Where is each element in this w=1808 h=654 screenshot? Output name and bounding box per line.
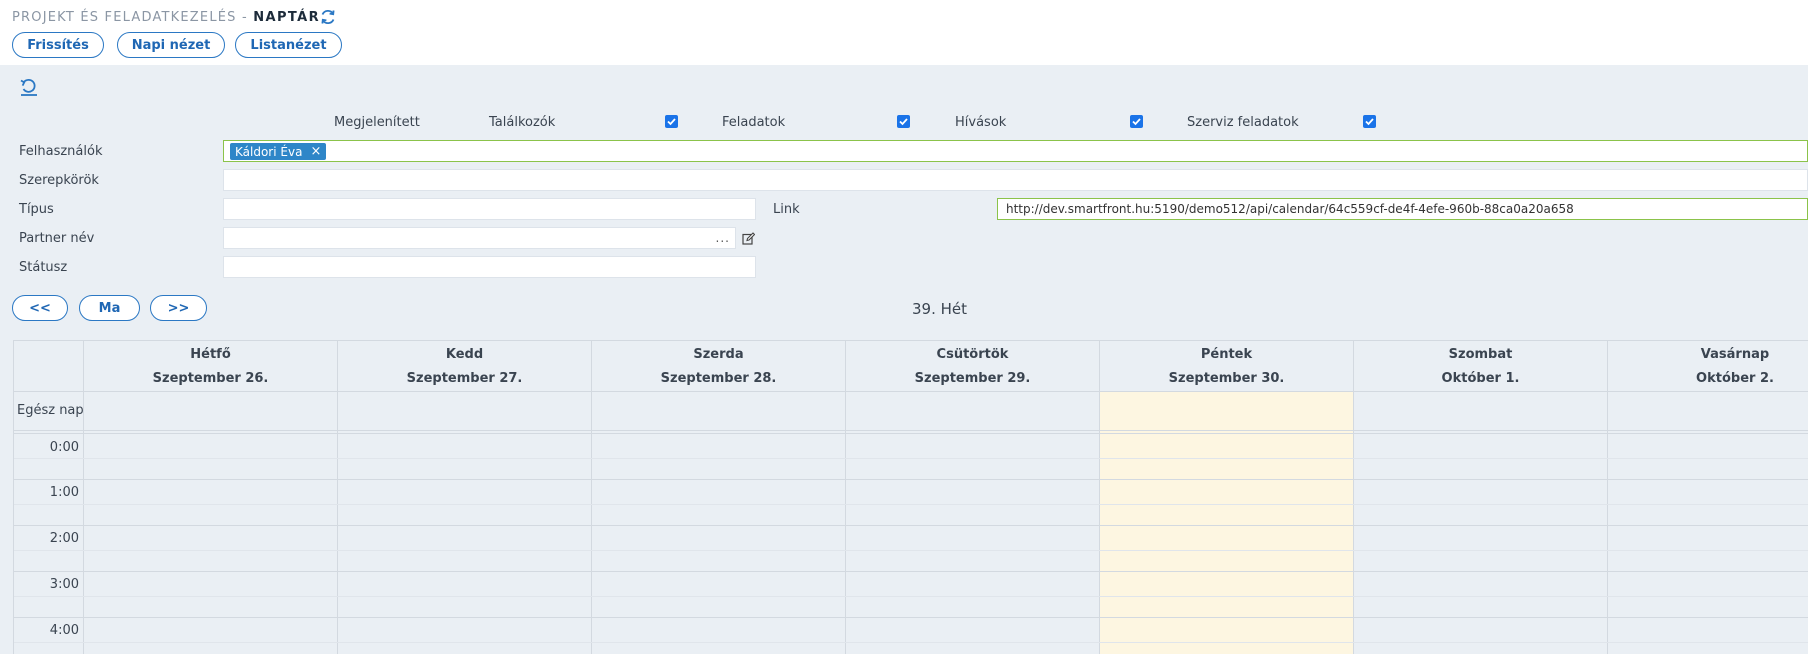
day-date: Szeptember 26. [152, 371, 269, 386]
list-view-button[interactable]: Listanézet [235, 32, 342, 58]
link-label: Link [773, 202, 800, 217]
status-field[interactable] [223, 256, 756, 278]
partner-field[interactable]: ... [223, 227, 736, 249]
page-title-text: NAPTÁR [253, 10, 321, 25]
refresh-button[interactable]: Frissítés [12, 32, 104, 58]
status-label: Státusz [19, 260, 68, 275]
day-name: Kedd [445, 347, 484, 362]
service-tasks-checkbox[interactable] [1363, 115, 1376, 128]
tasks-checkbox[interactable] [897, 115, 910, 128]
day-header: Vasárnap Október 2. [1608, 341, 1808, 391]
toggle-label-meetings: Találkozók [489, 115, 556, 130]
roles-field[interactable] [223, 169, 1808, 191]
day-date: Október 2. [1696, 371, 1774, 386]
hour-label: 4:00 [49, 623, 79, 638]
link-value: http://dev.smartfront.hu:5190/demo512/ap… [1006, 202, 1574, 216]
week-label: 39. Hét [912, 300, 968, 318]
reset-icon[interactable] [19, 77, 39, 97]
day-date: Szeptember 29. [914, 371, 1031, 386]
day-date: Október 1. [1441, 371, 1520, 386]
day-name: Péntek [1200, 347, 1253, 362]
toggle-label-tasks: Feladatok [722, 115, 786, 130]
day-header: Szerda Szeptember 28. [592, 341, 846, 391]
toggle-label-calls: Hívások [955, 115, 1007, 130]
edit-icon[interactable] [742, 232, 755, 245]
day-header: Szombat Október 1. [1354, 341, 1608, 391]
calls-checkbox[interactable] [1130, 115, 1143, 128]
day-header: Péntek Szeptember 30. [1100, 341, 1354, 391]
day-name: Szombat [1448, 347, 1513, 362]
prev-week-button[interactable]: << [12, 295, 68, 321]
hour-label: 3:00 [49, 577, 79, 592]
next-week-button[interactable]: >> [150, 295, 207, 321]
day-date: Szeptember 30. [1168, 371, 1285, 386]
displayed-label: Megjelenített [334, 115, 420, 130]
day-name: Szerda [693, 347, 744, 362]
today-button[interactable]: Ma [79, 295, 140, 321]
partner-label: Partner név [19, 231, 95, 246]
type-field[interactable] [223, 198, 756, 220]
all-day-label: Egész nap [17, 403, 84, 418]
hour-label: 2:00 [49, 531, 79, 546]
day-name: Hétfő [190, 347, 231, 362]
close-icon[interactable]: × [310, 144, 321, 159]
link-field[interactable]: http://dev.smartfront.hu:5190/demo512/ap… [997, 198, 1808, 220]
more-icon[interactable]: ... [716, 231, 730, 245]
hour-label: 0:00 [49, 440, 79, 455]
day-date: Szeptember 28. [660, 371, 777, 386]
page-title: PROJEKT ÉS FELADATKEZELÉS - NAPTÁR [12, 10, 320, 25]
day-header: Hétfő Szeptember 26. [84, 341, 338, 391]
day-name: Csütörtök [936, 347, 1009, 362]
user-chip: Káldori Éva × [230, 143, 327, 160]
toggle-label-service: Szerviz feladatok [1187, 115, 1299, 130]
user-chip-label: Káldori Éva [235, 144, 303, 159]
users-label: Felhasználók [19, 144, 103, 159]
refresh-icon[interactable] [319, 8, 337, 26]
day-view-button[interactable]: Napi nézet [117, 32, 225, 58]
roles-label: Szerepkörök [19, 173, 99, 188]
hour-label: 1:00 [49, 485, 79, 500]
top-bar: PROJEKT ÉS FELADATKEZELÉS - NAPTÁR Friss… [0, 0, 1808, 65]
day-header: Kedd Szeptember 27. [338, 341, 592, 391]
users-field[interactable]: Káldori Éva × [223, 140, 1808, 162]
type-label: Típus [19, 202, 54, 217]
day-name: Vasárnap [1700, 347, 1770, 362]
week-calendar: Hétfő Szeptember 26. Kedd Szeptember 27.… [13, 340, 1808, 654]
breadcrumb: PROJEKT ÉS FELADATKEZELÉS - [12, 10, 248, 25]
meetings-checkbox[interactable] [665, 115, 678, 128]
day-date: Szeptember 27. [406, 371, 523, 386]
day-header: Csütörtök Szeptember 29. [846, 341, 1100, 391]
